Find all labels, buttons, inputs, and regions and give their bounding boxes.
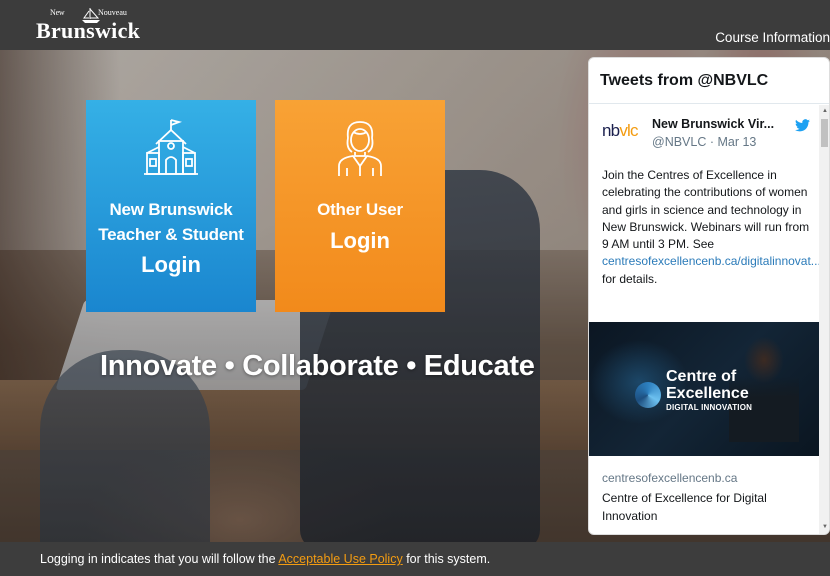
new-brunswick-logo[interactable]: New Nouveau Brunswick [36, 6, 146, 44]
twitter-bird-icon[interactable] [795, 119, 810, 132]
tweet-card-image[interactable]: Centre of Excellence DIGITAL INNOVATION [589, 322, 821, 456]
scroll-up-arrow-icon[interactable]: ▲ [822, 108, 828, 114]
tile-login-label: Login [330, 228, 390, 253]
nbvlc-avatar[interactable]: nbvlc [602, 121, 639, 141]
card-image-subtitle: DIGITAL INNOVATION [666, 403, 753, 412]
twitter-scrollbar[interactable]: ▲ ▼ [819, 105, 829, 534]
school-building-icon [144, 119, 198, 175]
hero-tagline: Innovate • Collaborate • Educate [100, 350, 535, 382]
tweet[interactable]: nbvlc New Brunswick Vir... @NBVLC · Mar … [589, 105, 821, 534]
card-image-title-2: Excellence [666, 385, 749, 402]
twitter-widget-title: Tweets from @NBVLC [589, 58, 829, 104]
user-person-icon [338, 121, 382, 176]
twitter-timeline-widget[interactable]: Tweets from @NBVLC nbvlc New Brunswick V… [588, 57, 830, 535]
scroll-down-arrow-icon[interactable]: ▼ [822, 524, 828, 530]
tile-line-1: Other User [317, 200, 403, 219]
logo-brunswick-text: Brunswick [36, 18, 141, 43]
tweet-author-handle[interactable]: @NBVLC · Mar 13 [652, 135, 756, 149]
site-header: New Nouveau Brunswick Course Information [0, 0, 830, 50]
tweet-text: Join the Centres of Excellence in celebr… [602, 168, 821, 286]
scrollbar-thumb[interactable] [821, 119, 828, 147]
teacher-student-login-tile[interactable]: New Brunswick Teacher & Student Login [86, 100, 256, 312]
tile-line-1: New Brunswick [109, 200, 233, 219]
course-information-link[interactable]: Course Information [715, 30, 830, 45]
footer-notice: Logging in indicates that you will follo… [40, 552, 491, 566]
other-user-login-tile[interactable]: Other User Login [275, 100, 445, 312]
tile-line-2: Teacher & Student [98, 225, 244, 244]
logo-nouveau-text: Nouveau [98, 8, 127, 17]
tweet-author-name[interactable]: New Brunswick Vir... [652, 117, 774, 131]
card-image-title-1: Centre of [666, 368, 737, 385]
centre-of-excellence-logo-icon [635, 382, 661, 408]
tweet-card-title[interactable]: Centre of Excellence for Digital Innovat… [602, 489, 812, 525]
acceptable-use-policy-link[interactable]: Acceptable Use Policy [278, 552, 402, 566]
logo-new-text: New [50, 8, 65, 17]
tweet-card-domain[interactable]: centresofexcellencenb.ca [602, 471, 737, 485]
tile-login-label: Login [141, 252, 201, 277]
tweet-link[interactable]: centresofexcellencenb.ca/digitalinnovat.… [602, 254, 821, 268]
site-footer: Logging in indicates that you will follo… [0, 542, 830, 576]
